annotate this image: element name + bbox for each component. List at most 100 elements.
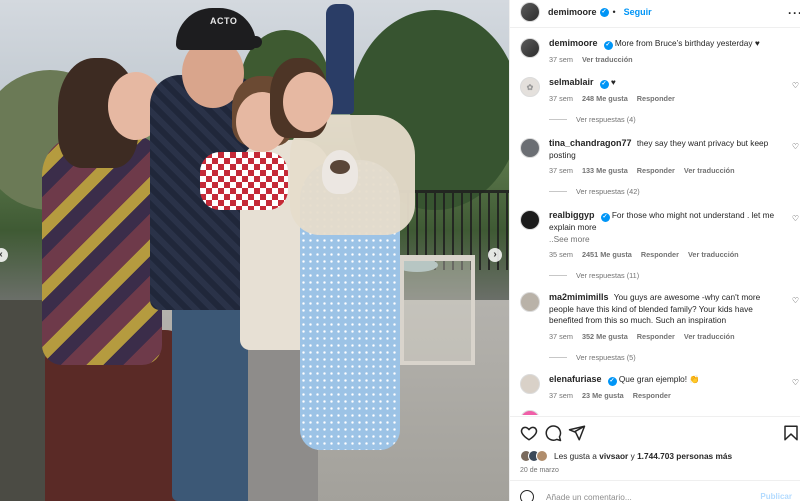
- likes-middle: y: [630, 451, 635, 461]
- likes-summary[interactable]: Les gusta a vivsaor y 1.744.703 personas…: [520, 450, 732, 462]
- comment-likes[interactable]: 352 Me gusta: [582, 332, 628, 341]
- comment-likes[interactable]: 133 Me gusta: [582, 166, 628, 175]
- translate-link[interactable]: Ver traducción: [684, 166, 735, 175]
- reply-button[interactable]: Responder: [637, 332, 675, 341]
- caption-meta: 37 sem Ver traducción: [549, 55, 795, 64]
- verified-icon: ✓: [603, 41, 613, 50]
- comment-body: elenafuriase ✓ Que gran ejemplo! 👏: [549, 374, 785, 386]
- post-photo[interactable]: ACTO ‹ ›: [0, 0, 509, 501]
- avatar[interactable]: [520, 138, 540, 158]
- comment-username[interactable]: selmablair: [549, 77, 594, 87]
- bookmark-icon[interactable]: [782, 424, 800, 442]
- verified-icon: ✓: [607, 377, 617, 386]
- comment-time[interactable]: 37 sem: [549, 332, 573, 341]
- comment-username[interactable]: realbiggyp: [549, 210, 595, 220]
- avatar[interactable]: [520, 210, 540, 230]
- comment-likes[interactable]: 23 Me gusta: [582, 391, 624, 400]
- view-replies-button[interactable]: Ver respuestas (4): [549, 115, 795, 124]
- reply-button[interactable]: Responder: [633, 391, 671, 400]
- view-replies-button[interactable]: Ver respuestas (42): [549, 187, 795, 196]
- verified-icon: ✓: [600, 213, 610, 222]
- likes-count[interactable]: 1.744.703 personas más: [637, 451, 732, 461]
- comment-input-placeholder[interactable]: Añade un comentario...: [546, 492, 632, 501]
- publish-button[interactable]: Publicar: [760, 492, 792, 501]
- likes-prefix: Les gusta a: [554, 451, 597, 461]
- photo-sweater: [42, 135, 162, 365]
- translate-link[interactable]: Ver traducción: [582, 55, 633, 64]
- caption: demimoore ✓ More from Bruce’s birthday ye…: [520, 38, 795, 64]
- avatar[interactable]: [520, 292, 540, 312]
- comments-list[interactable]: demimoore ✓ More from Bruce’s birthday ye…: [510, 30, 800, 415]
- comment-meta: 37 sem 23 Me gusta Responder: [549, 391, 795, 400]
- photo-chair: [400, 255, 475, 365]
- comment-body: ma2mimimills You guys are awesome -why c…: [549, 292, 785, 327]
- comment-item: elenafuriase ✓ Que gran ejemplo! 👏 37 sem…: [520, 374, 799, 400]
- reply-button[interactable]: Responder: [637, 94, 675, 103]
- reply-button[interactable]: Responder: [641, 250, 679, 259]
- avatar[interactable]: [520, 410, 540, 415]
- avatar[interactable]: ✿: [520, 77, 540, 97]
- avatar[interactable]: [520, 38, 540, 58]
- caption-username[interactable]: demimoore: [549, 38, 598, 48]
- reply-button[interactable]: Responder: [637, 166, 675, 175]
- translate-link[interactable]: Ver traducción: [688, 250, 739, 259]
- actions-divider: [510, 416, 800, 417]
- comment-text: ♥: [610, 77, 616, 87]
- comment-text: Que gran ejemplo! 👏: [618, 374, 700, 384]
- header-divider: [510, 27, 800, 28]
- like-comment-heart-icon[interactable]: ♡: [792, 81, 799, 90]
- comment-username[interactable]: tina_chandragon77: [549, 138, 632, 148]
- comment-icon[interactable]: [544, 424, 562, 442]
- post-actions: [520, 424, 800, 444]
- comment-meta: 37 sem 248 Me gusta Responder: [549, 94, 795, 103]
- photo-dog: [322, 150, 358, 194]
- header-separator: •: [612, 7, 616, 17]
- photo-checkered-sleeve: [200, 152, 288, 210]
- comment-username[interactable]: ma2mimimills: [549, 292, 609, 302]
- view-replies-button[interactable]: Ver respuestas (5): [549, 353, 795, 362]
- prev-photo-button[interactable]: ‹: [0, 248, 8, 262]
- comment-time[interactable]: 37 sem: [549, 166, 573, 175]
- comment-meta: 37 sem 133 Me gusta Responder Ver traduc…: [549, 166, 795, 175]
- view-replies-button[interactable]: Ver respuestas (11): [549, 271, 795, 280]
- comment-likes[interactable]: 2451 Me gusta: [582, 250, 632, 259]
- comment-body: tina_chandragon77 they say they want pri…: [549, 138, 785, 161]
- comment-time[interactable]: 37 sem: [549, 391, 573, 400]
- like-comment-heart-icon[interactable]: ♡: [792, 296, 799, 305]
- post-side-panel: demimoore ✓ • Seguir ··· demimoore ✓ More…: [509, 0, 800, 501]
- avatar[interactable]: [520, 374, 540, 394]
- more-horizontal-icon[interactable]: ···: [788, 6, 800, 20]
- caption-time[interactable]: 37 sem: [549, 55, 573, 64]
- comment-box-divider: [510, 480, 800, 481]
- translate-link[interactable]: Ver traducción: [684, 332, 735, 341]
- emoji-icon[interactable]: [520, 490, 534, 501]
- comment-time[interactable]: 35 sem: [549, 250, 573, 259]
- follow-button[interactable]: Seguir: [624, 7, 652, 17]
- comment-body: selmablair ✓ ♥: [549, 77, 785, 89]
- comment-item: realbiggyp ✓ For those who might not unde…: [520, 210, 799, 280]
- avatar[interactable]: [520, 2, 540, 22]
- likes-text: Les gusta a vivsaor y 1.744.703 personas…: [554, 451, 732, 461]
- like-comment-heart-icon[interactable]: ♡: [792, 142, 799, 151]
- next-photo-button[interactable]: ›: [488, 248, 502, 262]
- comment-username[interactable]: elenafuriase: [549, 374, 602, 384]
- share-icon[interactable]: [568, 424, 586, 442]
- add-comment-box[interactable]: Añade un comentario...: [520, 490, 632, 501]
- photo-cap-logo: ACTO: [210, 16, 238, 26]
- like-comment-heart-icon[interactable]: ♡: [792, 214, 799, 223]
- heart-icon[interactable]: [520, 424, 538, 442]
- post-header: demimoore ✓ • Seguir ···: [510, 0, 800, 24]
- comment-item: ma2mimimills You guys are awesome -why c…: [520, 292, 799, 362]
- verified-icon: ✓: [599, 80, 609, 89]
- post-date[interactable]: 20 de marzo: [520, 467, 559, 474]
- caption-text: More from Bruce’s birthday yesterday ♥: [614, 38, 760, 48]
- comment-likes[interactable]: 248 Me gusta: [582, 94, 628, 103]
- author-username[interactable]: demimoore: [548, 7, 597, 17]
- comment-item: tina_chandragon77 they say they want pri…: [520, 138, 799, 196]
- see-more-link[interactable]: ..See more: [549, 234, 590, 244]
- likes-user[interactable]: vivsaor: [599, 451, 628, 461]
- comment-time[interactable]: 37 sem: [549, 94, 573, 103]
- like-comment-heart-icon[interactable]: ♡: [792, 378, 799, 387]
- comment-meta: 35 sem 2451 Me gusta Responder Ver tradu…: [549, 250, 795, 259]
- avatar: [536, 450, 548, 462]
